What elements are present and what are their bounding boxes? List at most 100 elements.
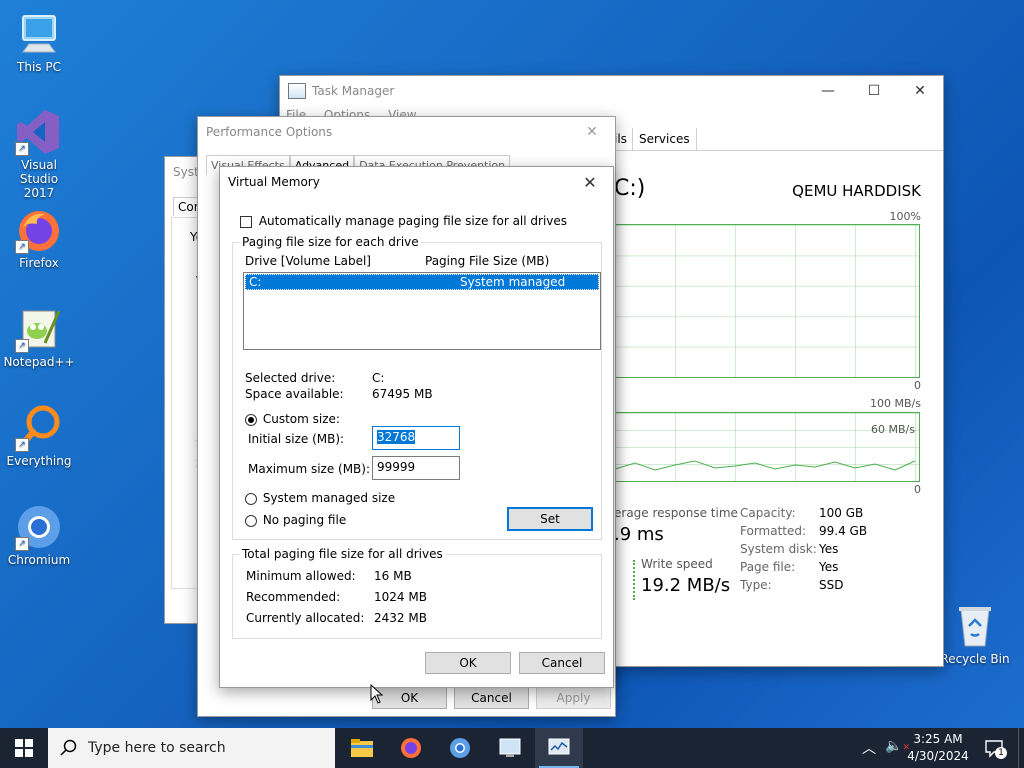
desktop-icon-firefox[interactable]: ↗ Firefox [1,206,77,270]
currently-allocated-label: Currently allocated: [246,611,365,625]
notification-count: 1 [995,747,1007,759]
notepadpp-icon: ↗ [15,305,63,353]
system-managed-label: System managed size [262,491,396,505]
active-time-chart [614,224,920,378]
maximize-button[interactable]: ☐ [851,76,897,106]
tray-chevron-icon[interactable]: ︿ [862,738,876,758]
close-button[interactable]: ✕ [569,117,615,147]
shortcut-arrow-icon: ↗ [15,438,29,452]
write-speed-marker [633,560,637,600]
system-managed-row[interactable]: System managed size [245,491,395,505]
desktop-icon-label: Everything [6,454,72,468]
disk-title: C:) [614,176,646,201]
auto-manage-checkbox[interactable] [240,215,252,228]
desktop-icon-label-line2: 2017 [23,186,55,200]
detail-label: Formatted: [740,524,807,538]
desktop-icon-everything[interactable]: ↗ Everything [1,404,77,468]
action-center-button[interactable]: 1 [984,738,1007,759]
desktop-icon-label: Chromium [7,553,71,567]
custom-size-row[interactable]: Custom size: [245,412,340,426]
taskbar-chromium[interactable] [436,728,484,768]
detail-capacity: Capacity: 100 GB [740,504,867,522]
task-manager-titlebar[interactable]: Task Manager — ☐ ✕ [280,76,943,106]
clock[interactable]: 3:25 AM 4/30/2024 [905,731,971,765]
detail-value: SSD [819,578,844,592]
avg-response-label: erage response time [614,506,738,520]
detail-value: 100 GB [819,506,864,520]
minimum-allowed-label: Minimum allowed: [246,569,356,583]
minimize-button[interactable]: — [805,76,851,106]
desktop-icon-visual-studio[interactable]: ↗ Visual Studio 2017 [1,108,77,200]
tab-services[interactable]: Services [632,128,697,150]
show-desktop-button[interactable] [1018,728,1024,768]
no-paging-radio[interactable] [245,514,257,527]
window-title: Task Manager [312,84,395,98]
firefox-icon: ↗ [15,206,63,254]
custom-size-radio[interactable] [245,413,257,426]
space-available-value: 67495 MB [372,387,433,401]
clock-time: 3:25 AM [913,732,963,746]
minimum-allowed-value: 16 MB [374,569,412,583]
chromium-icon [450,738,470,758]
detail-formatted: Formatted: 99.4 GB [740,522,867,540]
group-title: Paging file size for each drive [239,235,422,249]
set-button[interactable]: Set [507,507,593,531]
performance-options-titlebar[interactable]: Performance Options ✕ [198,117,615,147]
taskbar-file-explorer[interactable] [338,728,386,768]
initial-size-label: Initial size (MB): [248,432,345,446]
close-button[interactable]: ✕ [897,76,943,106]
drive-list[interactable]: C: System managed [243,272,601,350]
recommended-label: Recommended: [246,590,341,604]
computer-icon [15,10,63,58]
auto-manage-row[interactable]: Automatically manage paging file size fo… [240,214,567,228]
detail-label: Page file: [740,560,796,574]
no-paging-row[interactable]: No paging file [245,513,346,527]
group-title: Total paging file size for all drives [239,547,446,561]
drive-letter: C: [249,275,262,289]
detail-value: Yes [819,560,839,574]
write-speed-value: 19.2 MB/s [641,575,731,596]
system-window-icon [499,738,521,757]
perf-cancel-button[interactable]: Cancel [454,687,529,709]
col-drive-header: Drive [Volume Label] [245,254,371,268]
recommended-value: 1024 MB [374,590,427,604]
virtual-memory-dialog[interactable]: Virtual Memory ✕ Automatically manage pa… [219,166,614,688]
search-placeholder: Type here to search [88,740,226,756]
vm-ok-button[interactable]: OK [425,652,511,674]
shortcut-arrow-icon: ↗ [15,537,29,551]
desktop-icon-chromium[interactable]: ↗ Chromium [1,503,77,567]
start-button[interactable] [0,728,48,768]
shortcut-arrow-icon: ↗ [15,142,29,156]
desktop-icon-notepadpp[interactable]: ↗ Notepad++ [1,305,77,369]
initial-size-input[interactable]: 32768 [372,426,460,450]
virtual-memory-titlebar[interactable]: Virtual Memory ✕ [220,167,613,197]
system-managed-radio[interactable] [245,492,257,505]
drive-row[interactable]: C: System managed [245,274,599,290]
maximum-size-input[interactable]: 99999 [372,456,460,480]
desktop-icon-recycle-bin[interactable]: Recycle Bin [937,602,1013,666]
active-time-min-label: 0 [914,379,921,392]
taskbar-task-manager[interactable] [535,728,583,768]
avg-response-value: .9 ms [614,524,664,545]
active-time-max-label: 100% [889,210,921,223]
close-button[interactable]: ✕ [567,167,613,197]
disk-model: QEMU HARDDISK [792,182,921,200]
detail-page-file: Page file: Yes [740,558,867,576]
perf-apply-button[interactable]: Apply [536,687,611,709]
taskbar-firefox[interactable] [387,728,435,768]
taskbar-search-box[interactable]: Type here to search [48,728,335,768]
taskbar-performance-options[interactable] [486,728,534,768]
transfer-mid-label: 60 MB/s [871,423,915,436]
detail-type: Type: SSD [740,576,867,594]
detail-label: System disk: [740,542,817,556]
auto-manage-label: Automatically manage paging file size fo… [258,214,568,228]
custom-size-label: Custom size: [262,412,340,426]
vm-cancel-button[interactable]: Cancel [519,652,605,674]
clock-date: 4/30/2024 [907,749,969,763]
task-manager-icon [548,738,570,755]
desktop-icon-label: Visual Studio [19,158,59,186]
desktop-icon-this-pc[interactable]: This PC [1,10,77,74]
paging-per-drive-group: Paging file size for each drive Drive [V… [232,235,602,540]
selected-drive-value: C: [372,371,385,385]
detail-label: Type: [740,578,772,592]
